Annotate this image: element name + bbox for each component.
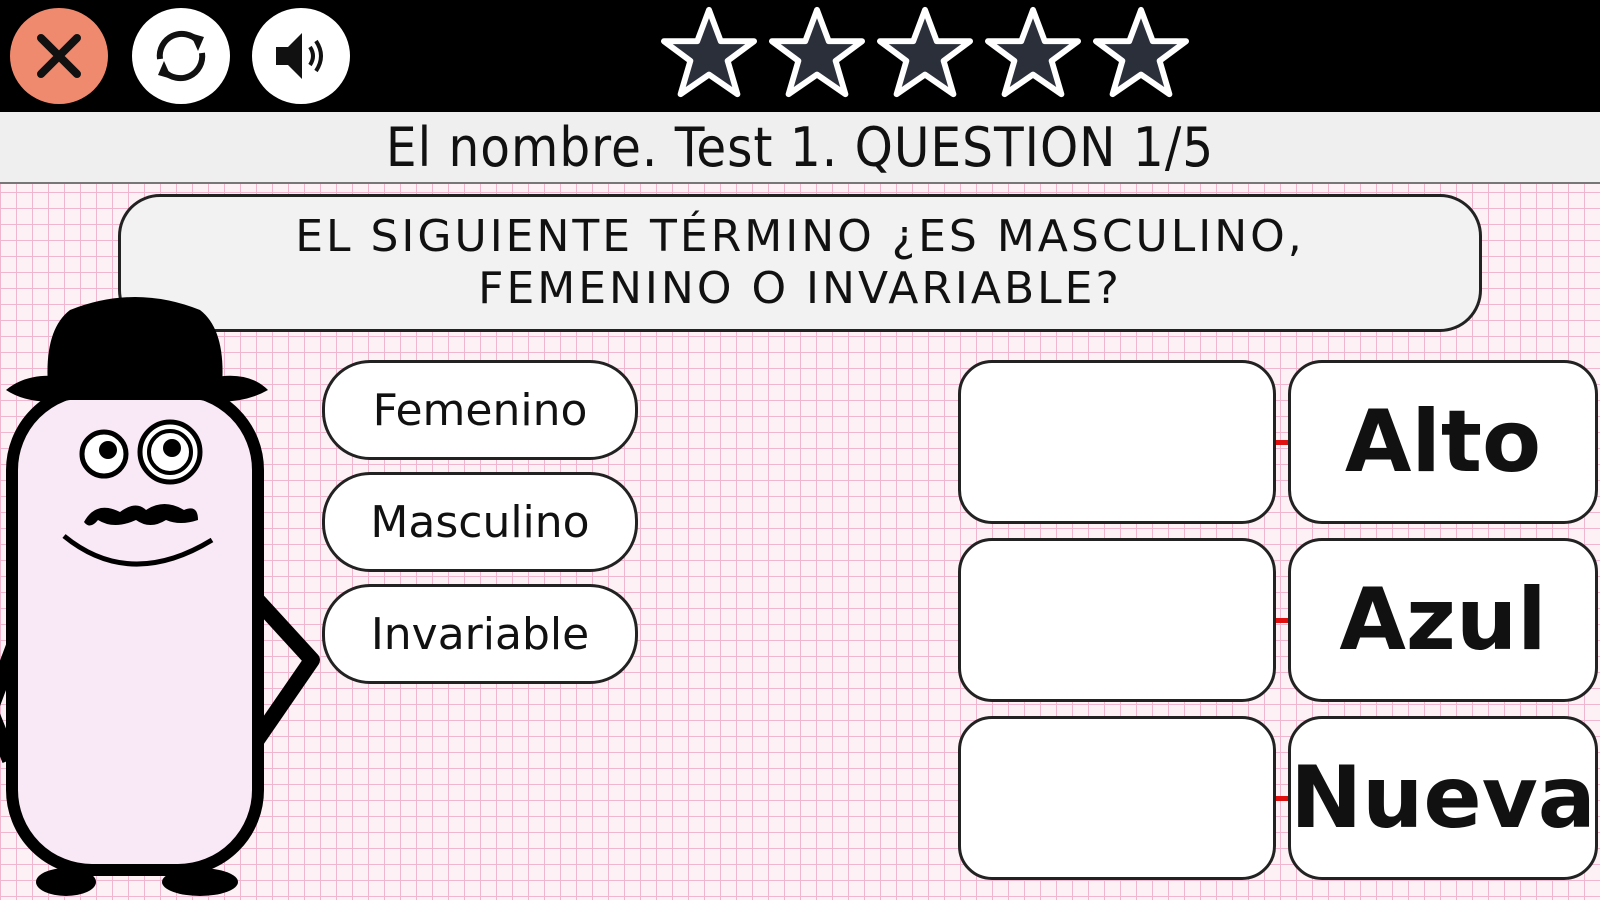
- reload-icon: [156, 30, 206, 82]
- word-card: Azul: [1288, 538, 1598, 702]
- reload-button[interactable]: [132, 8, 230, 104]
- speaker-icon: [276, 33, 323, 79]
- sound-button[interactable]: [252, 8, 350, 104]
- test-title: El nombre. Test 1. QUESTION 1/5: [0, 112, 1600, 184]
- star-icon: [984, 6, 1082, 98]
- star-icon: [876, 6, 974, 98]
- word-card: Nueva: [1288, 716, 1598, 880]
- connector: [1276, 440, 1288, 445]
- star-icon: [768, 6, 866, 98]
- option-invariable-button[interactable]: Invariable: [322, 584, 638, 684]
- answer-slot[interactable]: [958, 538, 1276, 702]
- mascot-icon: [0, 297, 320, 896]
- close-button[interactable]: [10, 8, 108, 104]
- star-icon: [660, 6, 758, 98]
- top-toolbar: [0, 0, 1600, 112]
- close-icon: [37, 34, 81, 78]
- connector: [1276, 796, 1288, 801]
- option-masculino-button[interactable]: Masculino: [322, 472, 638, 572]
- star-icon: [1092, 6, 1190, 98]
- answer-slot[interactable]: [958, 716, 1276, 880]
- word-card: Alto: [1288, 360, 1598, 524]
- stars-rating: [660, 4, 1190, 104]
- answer-slot[interactable]: [958, 360, 1276, 524]
- connector: [1276, 618, 1288, 623]
- option-femenino-button[interactable]: Femenino: [322, 360, 638, 460]
